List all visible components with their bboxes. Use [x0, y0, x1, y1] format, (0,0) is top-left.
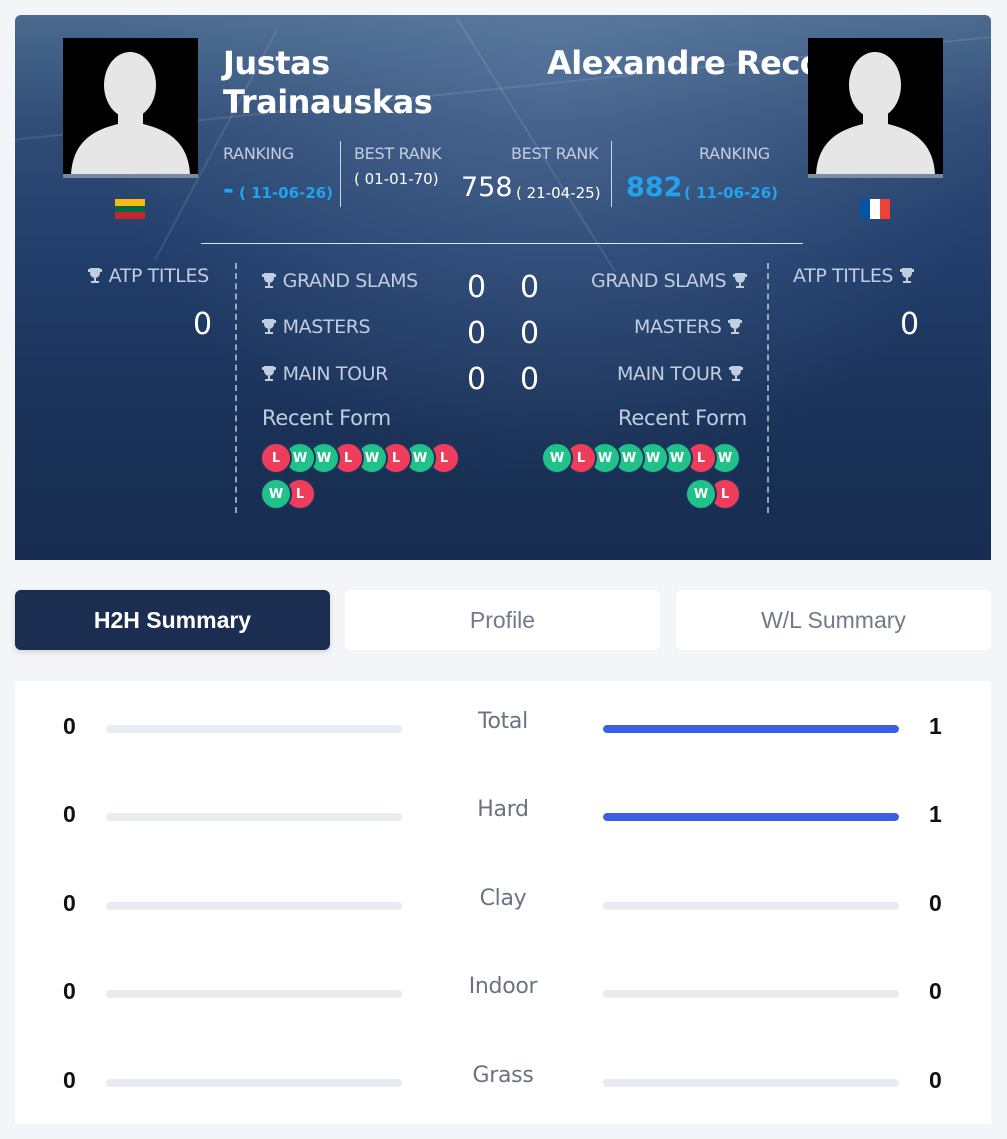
player-comparison-header: Justas Trainauskas RANKING - ( 11-06-26)… — [15, 15, 991, 560]
avatar-shadow — [63, 174, 198, 178]
divider — [611, 141, 612, 207]
header-separator — [201, 243, 803, 244]
player1-count: 0 — [63, 1067, 76, 1093]
grand-slams-label-right: GRAND SLAMS — [591, 270, 748, 292]
trophy-icon — [728, 366, 743, 381]
player1-bar — [106, 813, 402, 821]
player1-best-rank-date: ( 01-01-70) — [354, 170, 439, 188]
surface-label: Total — [478, 709, 528, 734]
player1-count: 0 — [63, 978, 76, 1004]
h2h-summary-panel: 0 Total 1 0 Hard 1 0 Clay 0 0 Indoor 0 0 Grass 0 — [15, 681, 991, 1124]
player2-masters: 0 — [520, 316, 540, 351]
divider — [340, 141, 341, 207]
player2-recent-form-row1: WLWWWWLW — [541, 442, 741, 476]
summary-row-indoor: 0 Indoor 0 — [15, 970, 991, 1010]
player2-recent-form-row2: WL — [685, 478, 741, 512]
masters-label-left: MASTERS — [261, 316, 371, 338]
form-win-badge[interactable]: W — [541, 442, 573, 474]
player1-masters: 0 — [467, 316, 487, 351]
player2-recent-form-label: Recent Form — [618, 406, 747, 430]
player2-bar — [603, 813, 899, 821]
dashed-divider — [767, 263, 769, 513]
tab-profile[interactable]: Profile — [345, 590, 660, 650]
player2-bar — [603, 725, 899, 733]
trophy-icon — [262, 273, 276, 288]
player1-atp-titles-count: 0 — [193, 307, 213, 342]
form-win-badge[interactable]: W — [685, 478, 717, 510]
player2-bar — [603, 902, 899, 910]
dashed-divider — [235, 263, 237, 513]
avatar-shadow — [808, 174, 943, 178]
player2-count: 0 — [929, 978, 942, 1004]
player2-ranking-label: RANKING — [699, 144, 770, 163]
player1-ranking-label: RANKING — [223, 144, 294, 163]
player2-count: 0 — [929, 890, 942, 916]
trophy-icon — [728, 319, 743, 334]
player2-best-rank-value: 758 — [461, 172, 513, 203]
silhouette-icon — [63, 38, 198, 174]
player1-recent-form-row1: LWWLWLWL — [260, 442, 460, 476]
player1-best-rank-label: BEST RANK — [354, 144, 442, 163]
form-win-badge[interactable]: W — [260, 478, 292, 510]
player2-count: 0 — [929, 1067, 942, 1093]
player1-count: 0 — [63, 713, 76, 739]
player2-bar-fill — [603, 813, 899, 821]
player1-avatar[interactable] — [63, 38, 198, 174]
player2-best-rank-label: BEST RANK — [511, 144, 599, 163]
summary-row-hard: 0 Hard 1 — [15, 793, 991, 833]
player1-bar — [106, 902, 402, 910]
player2-best-rank-date: ( 21-04-25) — [516, 184, 601, 202]
player2-bar — [603, 1079, 899, 1087]
player2-ranking-value: 882 — [626, 172, 683, 203]
player2-bar-fill — [603, 725, 899, 733]
player1-recent-form-label: Recent Form — [262, 406, 391, 430]
player2-ranking-date: ( 11-06-26) — [684, 184, 779, 202]
player2-grand-slams: 0 — [520, 270, 540, 305]
surface-label: Clay — [479, 886, 527, 911]
player2-atp-titles-count: 0 — [900, 307, 920, 342]
player1-ranking-value: - — [223, 175, 234, 205]
main-tour-label-left: MAIN TOUR — [261, 363, 388, 385]
player1-ranking-date: ( 11-06-26) — [239, 184, 334, 202]
silhouette-icon — [808, 38, 943, 174]
trophy-icon — [262, 319, 276, 334]
player1-name[interactable]: Justas Trainauskas — [223, 44, 433, 122]
player1-bar — [106, 1079, 402, 1087]
trophy-icon — [262, 366, 276, 381]
player2-atp-titles-label: ATP TITLES — [793, 265, 915, 287]
surface-label: Grass — [472, 1063, 534, 1088]
summary-row-total: 0 Total 1 — [15, 705, 991, 745]
player2-bar — [603, 990, 899, 998]
player2-name[interactable]: Alexandre Reco — [547, 44, 822, 83]
player1-recent-form-row2: WL — [260, 478, 316, 512]
masters-label-right: MASTERS — [634, 316, 743, 338]
player1-bar — [106, 725, 402, 733]
surface-label: Indoor — [468, 974, 538, 999]
trophy-icon — [88, 268, 102, 283]
flag-france-icon — [860, 199, 890, 219]
player2-count: 1 — [929, 801, 942, 827]
player1-bar — [106, 990, 402, 998]
main-tour-label-right: MAIN TOUR — [617, 363, 744, 385]
tab-h2h-summary[interactable]: H2H Summary — [15, 590, 330, 650]
summary-row-grass: 0 Grass 0 — [15, 1059, 991, 1099]
form-loss-badge[interactable]: L — [260, 442, 292, 474]
trophy-icon — [899, 268, 914, 283]
surface-label: Hard — [477, 797, 529, 822]
grand-slams-label-left: GRAND SLAMS — [261, 270, 418, 292]
player1-atp-titles-label: ATP TITLES — [87, 265, 209, 287]
player2-main-tour: 0 — [520, 362, 540, 397]
player2-avatar[interactable] — [808, 38, 943, 174]
player1-grand-slams: 0 — [467, 270, 487, 305]
trophy-icon — [732, 273, 747, 288]
flag-lithuania-icon — [115, 199, 145, 219]
player1-count: 0 — [63, 801, 76, 827]
summary-row-clay: 0 Clay 0 — [15, 882, 991, 922]
player2-count: 1 — [929, 713, 942, 739]
player1-main-tour: 0 — [467, 362, 487, 397]
player1-count: 0 — [63, 890, 76, 916]
tab-wl-summary[interactable]: W/L Summary — [676, 590, 991, 650]
